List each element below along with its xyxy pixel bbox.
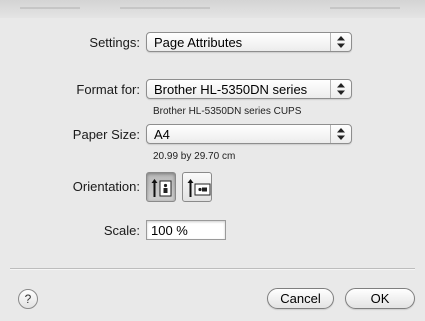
portrait-orientation-icon: [151, 179, 172, 197]
settings-popup-value: Page Attributes: [154, 35, 243, 50]
paper-size-popup-value: A4: [154, 127, 170, 142]
background-toolbar-strip: [0, 0, 425, 18]
blurred-toolbar-artifact: [20, 7, 80, 9]
landscape-orientation-icon: [187, 179, 211, 197]
portrait-orientation-button[interactable]: [146, 172, 176, 202]
settings-popup[interactable]: Page Attributes: [146, 32, 352, 52]
paper-size-label: Paper Size:: [72, 127, 140, 142]
paper-size-popup[interactable]: A4: [146, 124, 352, 144]
printer-detail: Brother HL-5350DN series CUPS: [153, 106, 302, 117]
format-for-label: Format for:: [76, 82, 140, 97]
landscape-orientation-button[interactable]: [182, 172, 212, 202]
blurred-toolbar-artifact: [330, 7, 400, 9]
help-icon[interactable]: ?: [18, 289, 38, 309]
format-for-popup-value: Brother HL-5350DN series: [154, 82, 308, 97]
up-down-arrows-icon: [330, 33, 351, 51]
scale-input[interactable]: [146, 220, 226, 240]
settings-label: Settings:: [89, 35, 140, 50]
format-for-popup[interactable]: Brother HL-5350DN series: [146, 79, 352, 99]
scale-label: Scale:: [103, 223, 140, 238]
blurred-toolbar-artifact: [120, 7, 210, 9]
paper-size-detail: 20.99 by 29.70 cm: [153, 151, 236, 162]
cancel-button[interactable]: Cancel: [267, 288, 334, 309]
divider: [10, 268, 415, 270]
up-down-arrows-icon: [330, 80, 351, 98]
up-down-arrows-icon: [330, 125, 351, 143]
ok-button[interactable]: OK: [345, 288, 415, 309]
orientation-label: Orientation:: [72, 179, 140, 194]
